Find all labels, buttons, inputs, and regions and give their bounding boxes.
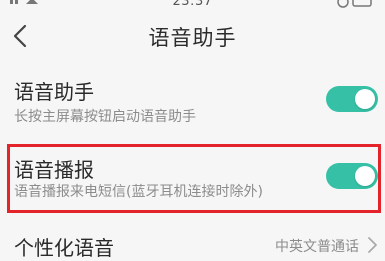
alarm-icon [337,0,372,8]
broadcast-toggle[interactable] [326,163,378,189]
setting-row-assistant[interactable]: 语音助手 长按主屏幕按钮启动语音助手 [0,72,385,132]
setting-title: 语音播报 [14,158,94,182]
toggle-knob [355,166,375,186]
status-time: 23:37 [172,0,213,9]
setting-row-personalized[interactable]: 个性化语音 中英文普通话 [0,228,385,261]
setting-value: 中英文普通话 [275,239,359,255]
setting-description: 长按主屏幕按钮启动语音助手 [14,109,196,125]
signal-wifi-icon [10,0,38,4]
status-bar: 23:37 [0,0,385,12]
chevron-right-icon [368,237,377,253]
header: 语音助手 [0,12,385,60]
setting-row-broadcast[interactable]: 语音播报 语音播报来电短信(蓝牙耳机连接时除外) [0,150,385,210]
toggle-knob [355,89,375,109]
setting-title: 语音助手 [14,80,94,104]
page-title: 语音助手 [148,26,237,50]
setting-description: 语音播报来电短信(蓝牙耳机连接时除外) [14,184,263,200]
assistant-toggle[interactable] [326,86,378,112]
setting-title: 个性化语音 [14,236,114,260]
